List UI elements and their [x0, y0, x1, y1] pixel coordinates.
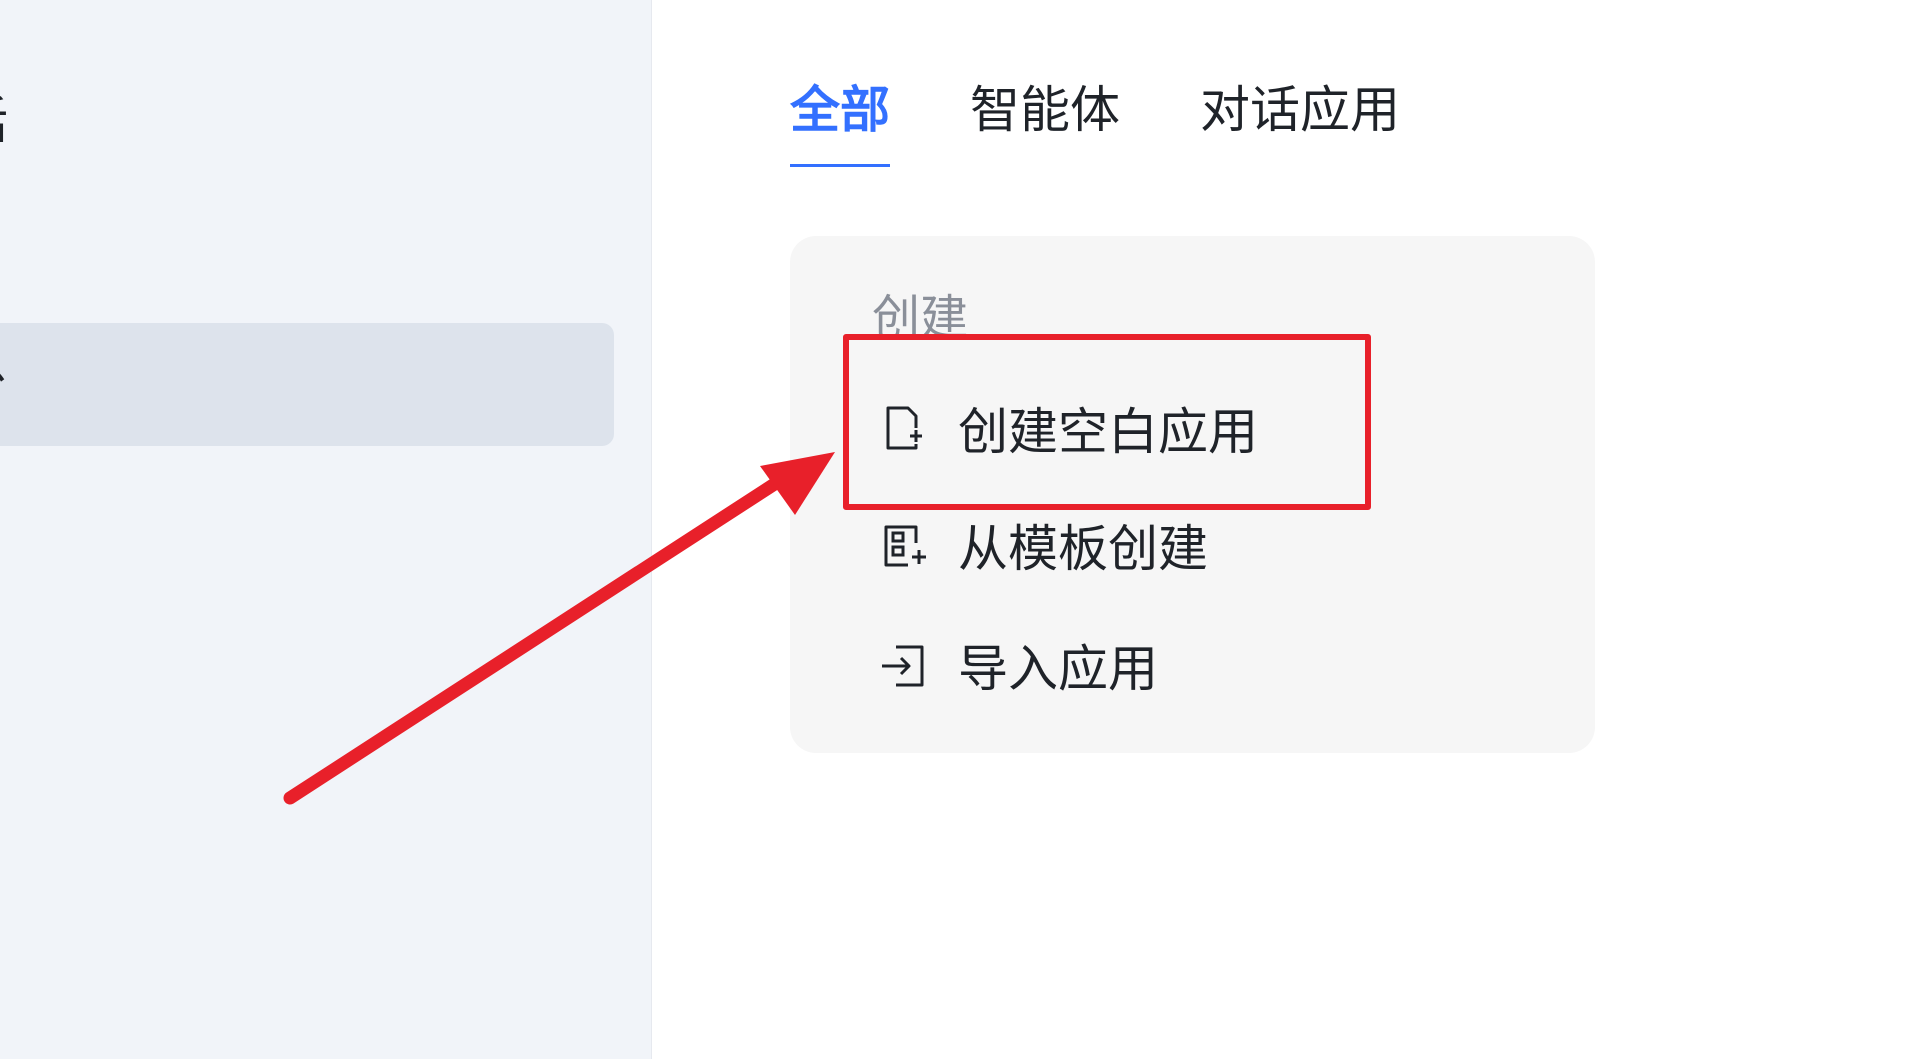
import-icon: [878, 639, 930, 691]
sidebar-item-workbench[interactable]: 台: [0, 323, 614, 446]
main-content: 全部 智能体 对话应用 创建: [652, 0, 1913, 1059]
tab-bar: 全部 智能体 对话应用: [790, 70, 1400, 167]
create-blank-app-label: 创建空白应用: [958, 403, 1258, 461]
tab-all[interactable]: 全部: [790, 70, 890, 167]
template-add-icon: [878, 519, 930, 571]
tab-agent[interactable]: 智能体: [970, 70, 1120, 167]
create-blank-app-button[interactable]: 创建空白应用: [878, 383, 1258, 473]
tab-chat-app[interactable]: 对话应用: [1200, 70, 1400, 167]
import-app-label: 导入应用: [958, 640, 1158, 698]
sidebar: 话 台: [0, 0, 652, 1059]
create-panel-heading: 创建: [872, 290, 969, 346]
sidebar-item-label: 话: [0, 60, 8, 183]
create-from-template-button[interactable]: 从模板创建: [878, 500, 1208, 590]
import-app-button[interactable]: 导入应用: [878, 620, 1158, 710]
sidebar-item-chat[interactable]: 话: [0, 60, 614, 183]
sidebar-item-label: 台: [0, 323, 8, 446]
file-add-icon: [878, 402, 930, 454]
page: 话 台 全部 智能体 对话应用 创建: [0, 0, 1913, 1059]
create-from-template-label: 从模板创建: [958, 520, 1208, 578]
